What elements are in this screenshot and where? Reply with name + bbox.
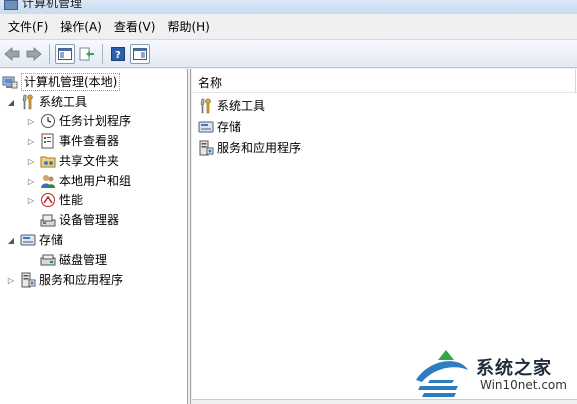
expand-arrow-icon[interactable]: ▷ [6, 270, 16, 290]
properties-pane-button[interactable] [130, 43, 150, 64]
tools-icon [198, 98, 214, 114]
clock-icon [40, 113, 56, 129]
menu-help[interactable]: 帮助(H) [161, 17, 215, 37]
services-icon [198, 140, 214, 156]
list-item-label: 服务和应用程序 [217, 141, 302, 155]
export-list-button[interactable] [77, 44, 97, 64]
tree-node-performance[interactable]: ▷ 性能 [26, 190, 83, 210]
toolbar: ? [0, 40, 577, 68]
tree-label-task-scheduler: 任务计划程序 [59, 114, 132, 128]
tree-node-local-users[interactable]: ▷ 本地用户和组 [26, 171, 131, 191]
watermark-title: 系统之家 [476, 358, 552, 379]
column-header-name[interactable]: 名称 [198, 74, 222, 91]
expand-arrow-icon[interactable]: ▷ [26, 131, 36, 151]
watermark: 系统之家 Win10net.com [410, 350, 577, 404]
menu-view[interactable]: 查看(V) [108, 17, 162, 37]
title-bar: 计算机管理 [0, 0, 577, 14]
column-header: 名称 [192, 69, 577, 93]
export-list-icon [79, 47, 94, 60]
tree-node-task-scheduler[interactable]: ▷ 任务计划程序 [26, 111, 131, 131]
tree-node-event-viewer[interactable]: ▷ 事件查看器 [26, 131, 119, 151]
tree-label-disk-management: 磁盘管理 [59, 253, 108, 267]
list-item-services-apps[interactable]: 服务和应用程序 [198, 138, 301, 158]
tree-node-services-apps[interactable]: ▷ 服务和应用程序 [6, 270, 123, 290]
svg-text:?: ? [115, 50, 121, 61]
collapse-arrow-icon[interactable]: ◢ [6, 92, 16, 112]
menu-file[interactable]: 文件(F) [2, 17, 54, 37]
watermark-logo-icon [416, 350, 468, 397]
help-button[interactable]: ? [108, 44, 128, 64]
properties-pane-icon [133, 47, 147, 60]
window-title: 计算机管理 [22, 0, 83, 10]
toolbar-separator [102, 43, 103, 64]
app-icon [4, 0, 18, 10]
disk-icon [40, 252, 56, 268]
list-item-label: 存储 [217, 120, 242, 134]
pane-splitter[interactable] [188, 69, 191, 404]
tree-node-device-manager[interactable]: 设备管理器 [40, 210, 119, 230]
tree-node-root[interactable]: 计算机管理(本地) [2, 72, 121, 92]
show-hide-tree-button[interactable] [55, 43, 75, 64]
toolbar-separator [49, 43, 50, 64]
show-hide-tree-icon [58, 47, 72, 60]
forward-arrow-icon [26, 46, 42, 61]
expand-arrow-icon[interactable]: ▷ [26, 190, 36, 210]
tree-label-system-tools: 系统工具 [39, 95, 88, 109]
tree-label-shared-folders: 共享文件夹 [59, 154, 120, 168]
tree-label-event-viewer: 事件查看器 [59, 134, 120, 148]
tree-node-disk-management[interactable]: 磁盘管理 [40, 250, 107, 270]
tree-label-root: 计算机管理(本地) [21, 73, 121, 91]
tools-icon [20, 94, 36, 110]
expand-arrow-icon[interactable]: ▷ [26, 171, 36, 191]
tree-node-storage[interactable]: ◢ 存储 [6, 230, 63, 250]
menu-bar: 文件(F) 操作(A) 查看(V) 帮助(H) [0, 14, 577, 40]
list-item-label: 系统工具 [217, 99, 266, 113]
menu-action[interactable]: 操作(A) [54, 17, 108, 37]
tree-label-device-manager: 设备管理器 [59, 213, 120, 227]
tree-label-performance: 性能 [59, 193, 84, 207]
list-item-system-tools[interactable]: 系统工具 [198, 96, 265, 116]
watermark-url: Win10net.com [480, 378, 567, 392]
device-manager-icon [40, 212, 56, 228]
tree-label-local-users: 本地用户和组 [59, 174, 132, 188]
collapse-arrow-icon[interactable]: ◢ [6, 230, 16, 250]
users-icon [40, 173, 56, 189]
forward-button[interactable] [24, 44, 44, 64]
shared-folder-icon [40, 153, 56, 169]
expand-arrow-icon[interactable]: ▷ [26, 111, 36, 131]
event-viewer-icon [40, 133, 56, 149]
console-tree[interactable]: 计算机管理(本地) ◢ 系统工具 ▷ 任务计划程序 ▷ 事件查看器 ▷ 共享文件… [0, 69, 188, 404]
list-item-storage[interactable]: 存储 [198, 117, 241, 137]
tree-node-system-tools[interactable]: ◢ 系统工具 [6, 92, 87, 112]
expand-arrow-icon[interactable]: ▷ [26, 151, 36, 171]
help-icon: ? [111, 46, 125, 61]
column-divider[interactable] [575, 69, 576, 93]
tree-label-services-apps: 服务和应用程序 [39, 273, 124, 287]
storage-icon [20, 232, 36, 248]
back-button[interactable] [2, 44, 22, 64]
services-icon [20, 272, 36, 288]
computer-management-icon [2, 74, 18, 90]
tree-label-storage: 存储 [39, 233, 64, 247]
tree-node-shared-folders[interactable]: ▷ 共享文件夹 [26, 151, 119, 171]
back-arrow-icon [4, 46, 20, 61]
performance-icon [40, 192, 56, 208]
storage-icon [198, 119, 214, 135]
